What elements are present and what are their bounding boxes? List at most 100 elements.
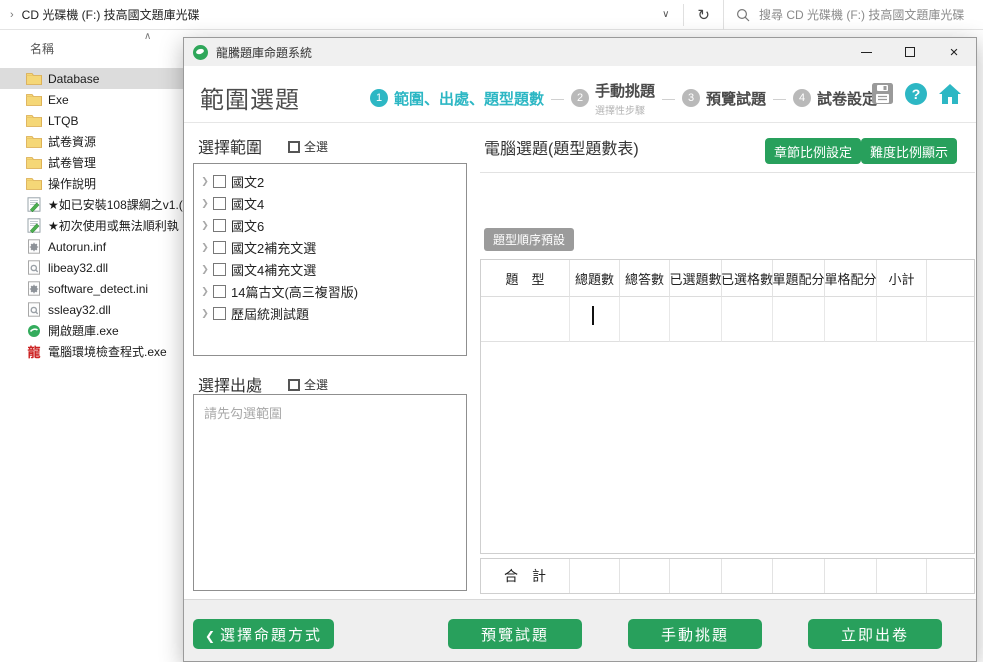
- expand-chevron-icon[interactable]: ❯: [199, 220, 211, 231]
- generate-paper-button[interactable]: 立即出卷: [808, 619, 942, 649]
- question-type-table: 題 型 總題數 總答數 已選題數 已選格數 單題配分 單格配分 小計: [480, 259, 975, 554]
- file-name: Autorun.inf: [48, 240, 106, 254]
- scope-item-checkbox[interactable]: [213, 197, 226, 210]
- preview-questions-button[interactable]: 預覽試題: [448, 619, 582, 649]
- source-select-all[interactable]: 全選: [288, 376, 328, 393]
- scope-tree-item[interactable]: ❯國文4: [199, 192, 466, 214]
- scope-tree-item[interactable]: ❯國文4補充文選: [199, 258, 466, 280]
- file-name: 試卷資源: [48, 133, 96, 150]
- totals-cell: [722, 559, 773, 593]
- column-header: 題 型: [481, 260, 570, 297]
- expand-chevron-icon[interactable]: ❯: [199, 198, 211, 209]
- address-dropdown-caret-icon[interactable]: ∨: [648, 9, 683, 20]
- cell-total-questions[interactable]: [570, 297, 620, 342]
- type-order-preset-button[interactable]: 題型順序預設: [484, 228, 574, 251]
- table-row[interactable]: [481, 297, 974, 342]
- difficulty-ratio-button[interactable]: 難度比例顯示: [861, 138, 957, 164]
- maximize-button[interactable]: [888, 38, 932, 66]
- folder-icon: [26, 155, 42, 171]
- search-input[interactable]: 搜尋 CD 光碟機 (F:) 技高國文題庫光碟: [723, 0, 983, 30]
- scope-item-checkbox[interactable]: [213, 219, 226, 232]
- file-row[interactable]: software_detect.ini: [0, 278, 183, 299]
- manual-pick-button[interactable]: 手動挑題: [628, 619, 762, 649]
- scope-tree-item[interactable]: ❯國文2補充文選: [199, 236, 466, 258]
- file-row[interactable]: libeay32.dll: [0, 257, 183, 278]
- source-select-all-checkbox[interactable]: [288, 379, 300, 391]
- document-edit-icon: [26, 197, 42, 213]
- search-placeholder: 搜尋 CD 光碟機 (F:) 技高國文題庫光碟: [759, 6, 964, 23]
- breadcrumb[interactable]: CD 光碟機 (F:) 技高國文題庫光碟: [22, 6, 200, 23]
- file-row[interactable]: 龍 電腦環境檢查程式.exe: [0, 341, 183, 362]
- sort-ascending-icon[interactable]: ∧: [144, 31, 151, 42]
- scope-item-checkbox[interactable]: [213, 241, 226, 254]
- file-row[interactable]: 試卷資源: [0, 131, 183, 152]
- source-list[interactable]: 請先勾選範圍: [193, 394, 467, 591]
- chapter-ratio-button[interactable]: 章節比例設定: [765, 138, 861, 164]
- window-title: 龍騰題庫命題系統: [216, 44, 312, 61]
- file-row[interactable]: ssleay32.dll: [0, 299, 183, 320]
- scope-item-checkbox[interactable]: [213, 285, 226, 298]
- dialog-header: 範圍選題 1 範圍、出處、題型題數 — 2 手動挑題 選擇性步驟 — 3 預覽試…: [184, 66, 976, 123]
- dialog-footer: ❮選擇命題方式 預覽試題 手動挑題 立即出卷: [184, 599, 976, 661]
- totals-cell: [877, 559, 927, 593]
- cell-total-answers[interactable]: [620, 297, 670, 342]
- step-1-circle: 1: [370, 89, 388, 107]
- cell-points-per-question[interactable]: [773, 297, 825, 342]
- file-row[interactable]: 試卷管理: [0, 152, 183, 173]
- column-header: 小計: [877, 260, 927, 297]
- scope-tree-item[interactable]: ❯ 國文6: [199, 214, 466, 236]
- cell-question-type[interactable]: [481, 297, 570, 342]
- table-header-row: 題 型 總題數 總答數 已選題數 已選格數 單題配分 單格配分 小計: [481, 260, 974, 297]
- breadcrumb-chevron-icon[interactable]: ›: [0, 9, 22, 21]
- file-row[interactable]: 開啟題庫.exe: [0, 320, 183, 341]
- cell-points-per-blank[interactable]: [825, 297, 877, 342]
- file-row[interactable]: Database: [0, 68, 183, 89]
- cell-selected-questions[interactable]: [670, 297, 722, 342]
- scope-item-checkbox[interactable]: [213, 307, 226, 320]
- column-header: 已選格數: [722, 260, 773, 297]
- file-row[interactable]: Exe: [0, 89, 183, 110]
- scope-select-all-checkbox[interactable]: [288, 141, 300, 153]
- dialog-titlebar[interactable]: 龍騰題庫命題系統 ×: [184, 38, 976, 66]
- cell-subtotal[interactable]: [877, 297, 927, 342]
- scope-item-checkbox[interactable]: [213, 263, 226, 276]
- expand-chevron-icon[interactable]: ❯: [199, 286, 211, 297]
- column-header-name[interactable]: 名稱: [30, 40, 54, 57]
- home-icon[interactable]: [938, 83, 962, 105]
- file-row[interactable]: ★如已安裝108課綱之v1.(: [0, 194, 183, 215]
- refresh-icon[interactable]: ↻: [684, 6, 723, 24]
- totals-cell: [773, 559, 825, 593]
- expand-chevron-icon[interactable]: ❯: [199, 176, 211, 187]
- text-caret: [592, 306, 594, 325]
- close-button[interactable]: ×: [932, 38, 976, 66]
- step-separator: —: [551, 91, 564, 106]
- scope-item-label: 國文6: [231, 216, 264, 235]
- app-logo-icon: [193, 45, 208, 60]
- scope-select-all[interactable]: 全選: [288, 138, 328, 155]
- file-row[interactable]: LTQB: [0, 110, 183, 131]
- column-header: 已選題數: [670, 260, 722, 297]
- scope-select-all-label: 全選: [304, 138, 328, 155]
- file-row[interactable]: Autorun.inf: [0, 236, 183, 257]
- expand-chevron-icon[interactable]: ❯: [199, 242, 211, 253]
- config-file-icon: [26, 239, 42, 255]
- step-indicator: 1 範圍、出處、題型題數 — 2 手動挑題 選擇性步驟 — 3 預覽試題 — 4…: [370, 78, 877, 118]
- help-icon[interactable]: ?: [905, 83, 927, 105]
- scope-tree-item[interactable]: ❯14篇古文(高三複習版): [199, 280, 466, 302]
- scope-item-checkbox[interactable]: [213, 175, 226, 188]
- computer-selection-title: 電腦選題(題型題數表): [484, 135, 639, 159]
- totals-cell: [670, 559, 722, 593]
- file-row[interactable]: ★初次使用或無法順利執: [0, 215, 183, 236]
- file-row[interactable]: 操作說明: [0, 173, 183, 194]
- expand-chevron-icon[interactable]: ❯: [199, 264, 211, 275]
- minimize-button[interactable]: [844, 38, 888, 66]
- back-to-method-button[interactable]: ❮選擇命題方式: [193, 619, 334, 649]
- scope-tree-item[interactable]: ❯歷屆統測試題: [199, 302, 466, 324]
- file-list-pane: 名稱 ∧ Database Exe LTQB 試卷資源 試卷管理 操作說明 ★: [0, 30, 183, 662]
- save-icon[interactable]: [871, 82, 894, 105]
- cell-selected-blanks[interactable]: [722, 297, 773, 342]
- config-file-icon: [26, 281, 42, 297]
- totals-label: 合 計: [481, 559, 570, 593]
- expand-chevron-icon[interactable]: ❯: [199, 308, 211, 319]
- scope-tree-item[interactable]: ❯國文2: [199, 170, 466, 192]
